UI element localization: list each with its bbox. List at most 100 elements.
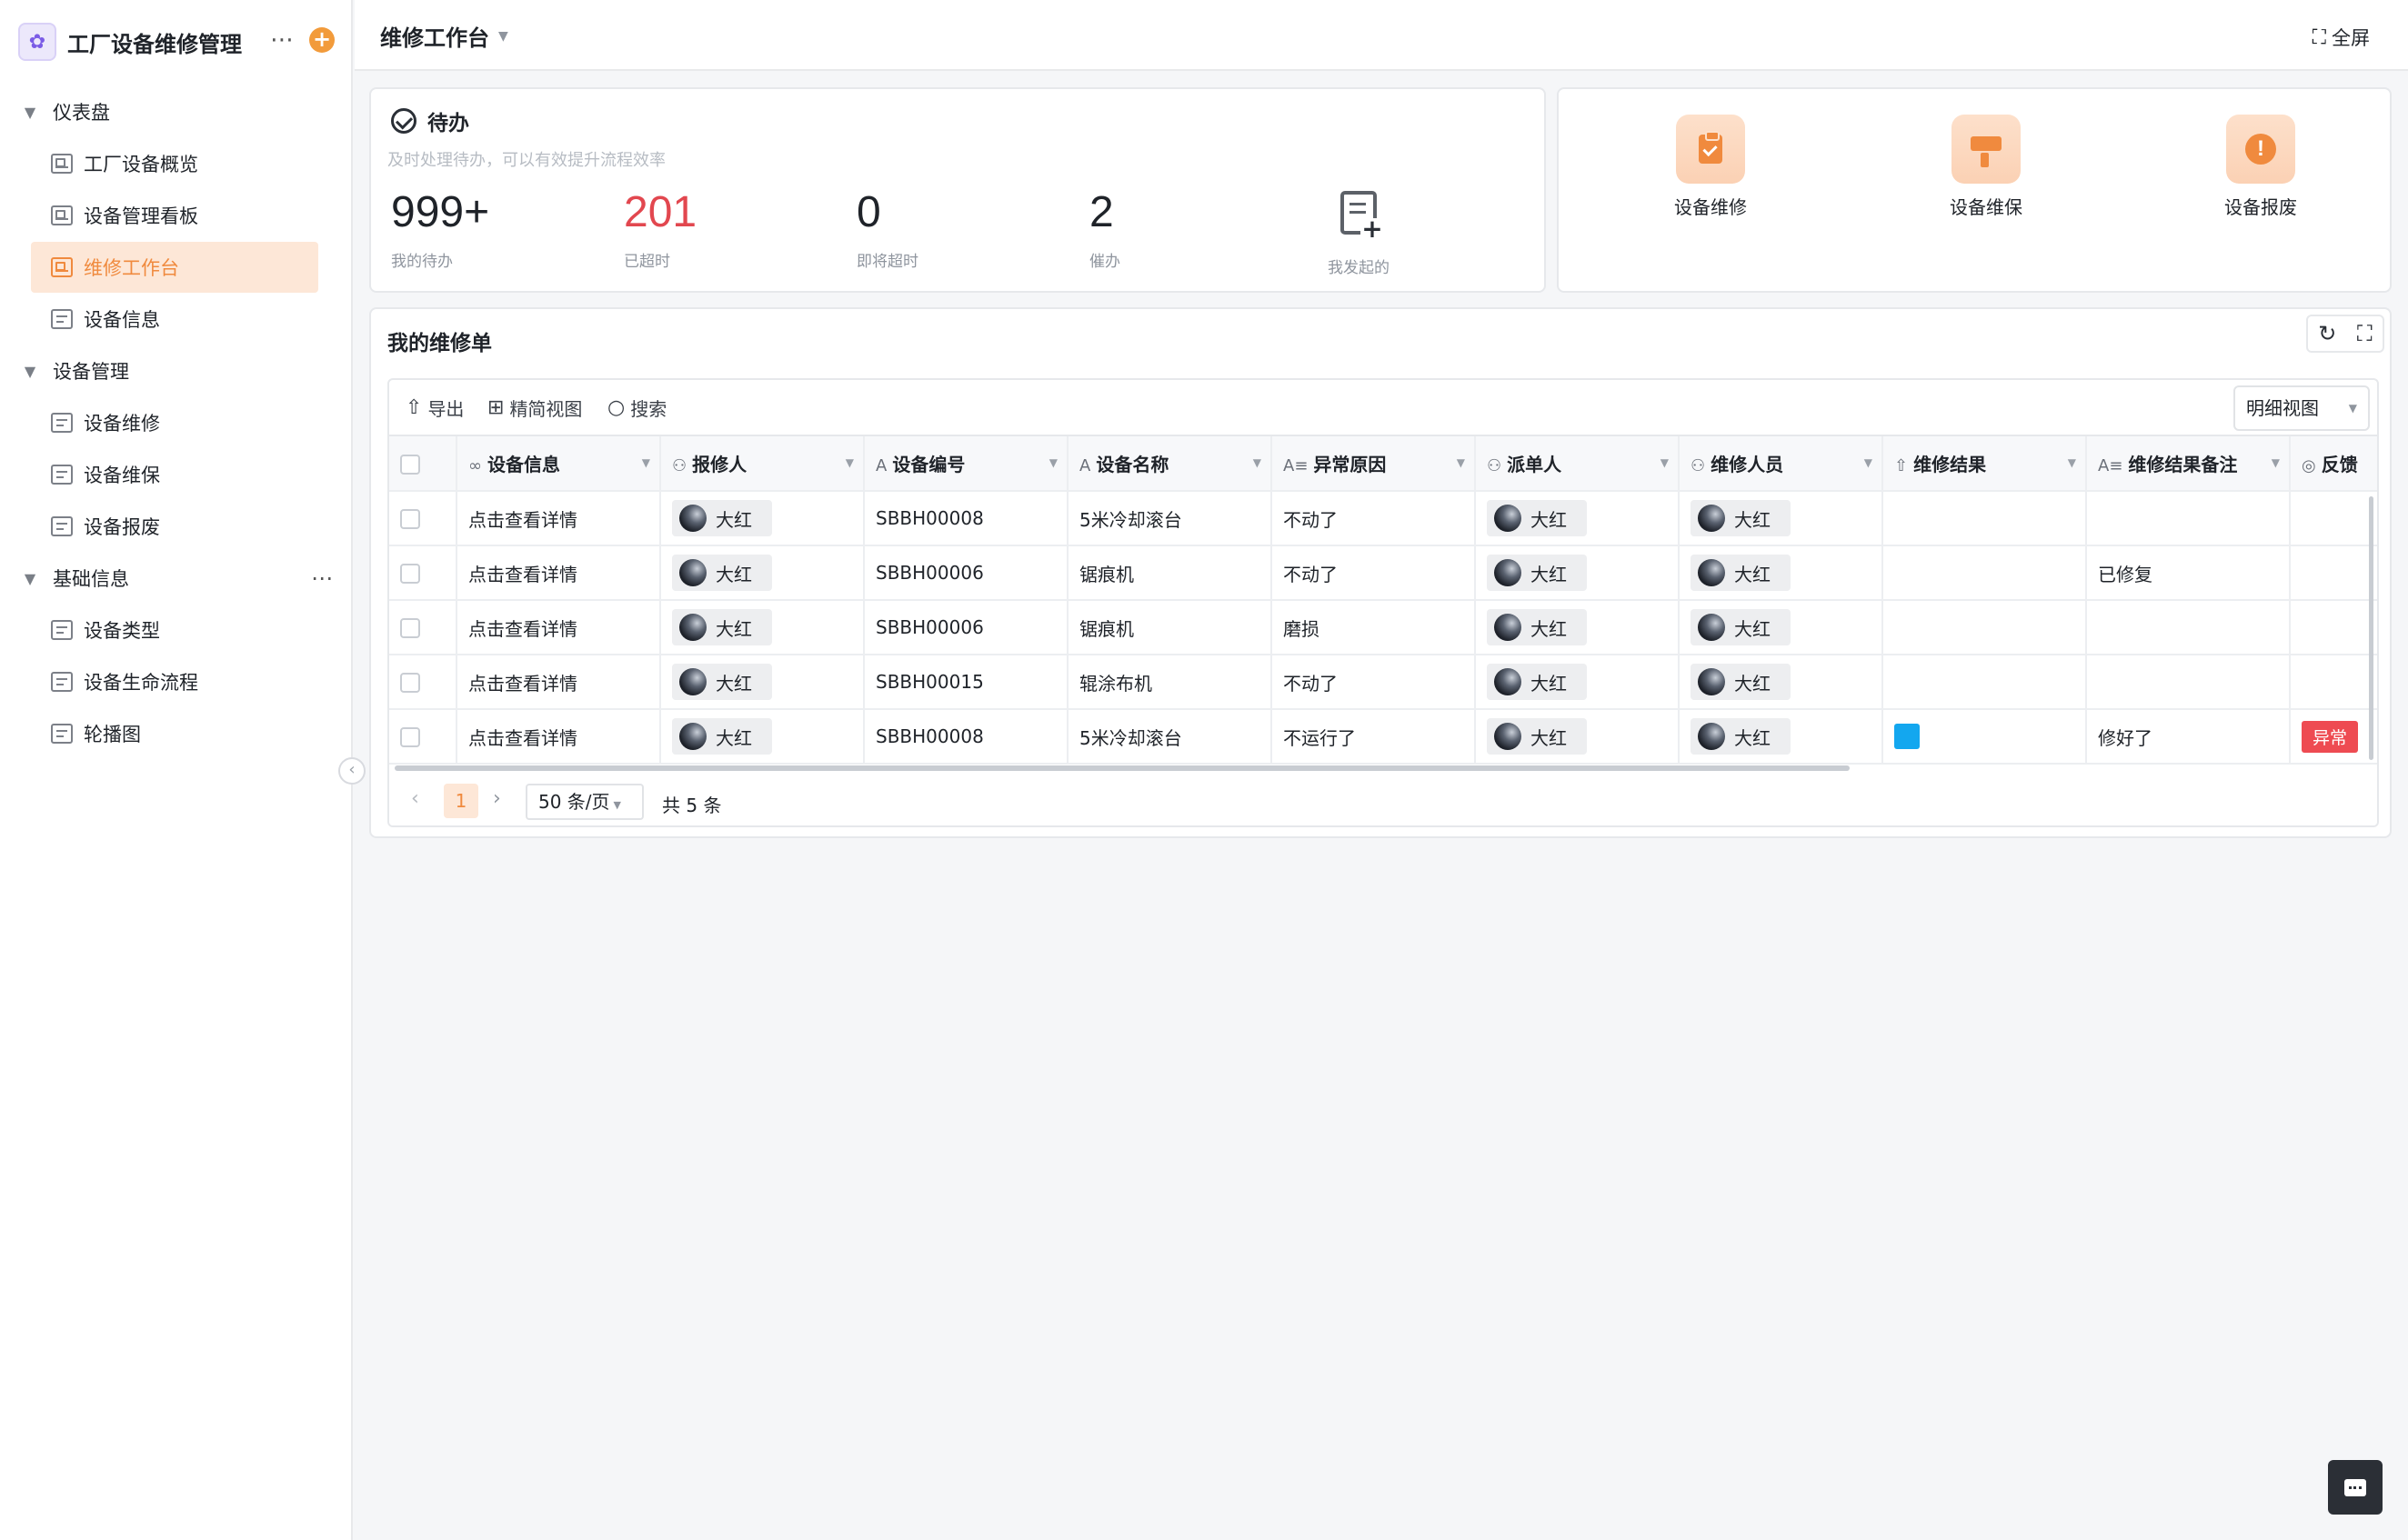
table-row[interactable]: 点击查看详情 大红 SBBH00008 5米冷却滚台 不动了 大红 大红 bbox=[389, 491, 2377, 546]
page-title[interactable]: 维修工作台 ▼ bbox=[380, 20, 508, 52]
table-cell[interactable]: 点击查看详情 bbox=[457, 545, 661, 601]
column-header[interactable]: A≡ 维修结果备注 ▼ bbox=[2086, 436, 2291, 492]
table-row[interactable]: 点击查看详情 大红 SBBH00008 5米冷却滚台 不运行了 大红 大红 修好了 异常 bbox=[389, 709, 2377, 765]
fullscreen-button[interactable]: ⛶ 全屏 bbox=[2313, 24, 2370, 51]
column-label: 设备信息 bbox=[487, 454, 560, 475]
stat-urged[interactable]: 2 催办 bbox=[1089, 187, 1120, 271]
add-icon[interactable]: + bbox=[309, 27, 335, 53]
table-cell[interactable]: 点击查看详情 bbox=[457, 600, 661, 655]
user-tag[interactable]: 大红 bbox=[672, 664, 772, 700]
table-cell[interactable]: 点击查看详情 bbox=[457, 491, 661, 546]
column-header[interactable]: ◎ 反馈 bbox=[2290, 436, 2377, 492]
user-tag[interactable]: 大红 bbox=[1487, 664, 1587, 700]
vertical-scrollbar[interactable] bbox=[2369, 496, 2373, 760]
chevron-down-icon[interactable]: ▼ bbox=[2068, 456, 2076, 469]
user-tag[interactable]: 大红 bbox=[1691, 500, 1791, 536]
column-header[interactable]: ∞ 设备信息 ▼ bbox=[457, 436, 661, 492]
column-header[interactable]: A 设备名称 ▼ bbox=[1068, 436, 1272, 492]
expand-icon[interactable]: ⛶ bbox=[2357, 321, 2373, 346]
table-row[interactable]: 点击查看详情 大红 SBBH00006 锯痕机 磨损 大红 大红 bbox=[389, 600, 2377, 655]
chevron-down-icon[interactable]: ▼ bbox=[1049, 456, 1058, 469]
quick-action-repair[interactable]: 设备维修 bbox=[1642, 115, 1779, 219]
nav-group-equipment-management[interactable]: ▼ 设备管理 bbox=[18, 351, 336, 391]
nav-group-dashboard[interactable]: ▼ 仪表盘 bbox=[18, 92, 336, 132]
result-attachment-thumbnail[interactable] bbox=[1894, 724, 1920, 749]
user-tag[interactable]: 大红 bbox=[1691, 718, 1791, 755]
user-tag[interactable]: 大红 bbox=[1487, 718, 1587, 755]
stat-overdue[interactable]: 201 已超时 bbox=[624, 187, 697, 271]
sidebar-item-equipment-scrap[interactable]: 设备报废 bbox=[31, 501, 318, 552]
more-icon[interactable]: ⋯ bbox=[311, 565, 333, 591]
row-checkbox[interactable] bbox=[400, 727, 420, 748]
quick-action-scrap[interactable]: ! 设备报废 bbox=[2192, 115, 2329, 219]
column-header[interactable]: ⚇ 派单人 ▼ bbox=[1475, 436, 1680, 492]
select-all-checkbox[interactable] bbox=[400, 454, 420, 475]
sidebar-item-equipment-type[interactable]: 设备类型 bbox=[31, 605, 318, 655]
stat-my-todo[interactable]: 999+ 我的待办 bbox=[391, 187, 489, 271]
table-cell[interactable]: 点击查看详情 bbox=[457, 655, 661, 710]
row-checkbox[interactable] bbox=[400, 618, 420, 639]
user-tag[interactable]: 大红 bbox=[672, 555, 772, 591]
user-tag[interactable]: 大红 bbox=[672, 609, 772, 645]
chevron-down-icon[interactable]: ▼ bbox=[1253, 456, 1261, 469]
export-button[interactable]: ⇧ 导出 bbox=[406, 395, 464, 421]
quick-action-maintenance[interactable]: 设备维保 bbox=[1918, 115, 2054, 219]
column-header[interactable]: ⚇ 维修人员 ▼ bbox=[1679, 436, 1883, 492]
table-cell[interactable]: 点击查看详情 bbox=[457, 709, 661, 765]
warning-icon: ! bbox=[2226, 115, 2295, 184]
chevron-down-icon[interactable]: ▼ bbox=[1457, 456, 1465, 469]
sidebar-item-carousel[interactable]: 轮播图 bbox=[31, 708, 318, 759]
collapse-sidebar-button[interactable]: ‹ bbox=[338, 757, 366, 785]
user-tag[interactable]: 大红 bbox=[672, 718, 772, 755]
page-size-select[interactable]: 50 条/页 ▼ bbox=[526, 784, 644, 820]
row-checkbox[interactable] bbox=[400, 564, 420, 585]
column-label: 异常原因 bbox=[1313, 454, 1387, 475]
chevron-down-icon[interactable]: ▼ bbox=[642, 456, 650, 469]
sidebar-item-equipment-repair[interactable]: 设备维修 bbox=[31, 397, 318, 448]
search-button[interactable]: ○ 搜索 bbox=[607, 395, 667, 421]
horizontal-scrollbar[interactable] bbox=[395, 765, 1850, 771]
chevron-left-icon[interactable]: ‹ bbox=[411, 787, 419, 810]
column-header[interactable]: A≡ 异常原因 ▼ bbox=[1271, 436, 1476, 492]
sidebar-item-label: 工厂设备概览 bbox=[84, 154, 198, 175]
column-header[interactable]: A 设备编号 ▼ bbox=[864, 436, 1069, 492]
chevron-down-icon[interactable]: ▼ bbox=[1864, 456, 1872, 469]
table-row[interactable]: 点击查看详情 大红 SBBH00015 辊涂布机 不动了 大红 大红 bbox=[389, 655, 2377, 710]
chevron-down-icon[interactable]: ▼ bbox=[2272, 456, 2280, 469]
table-row[interactable]: 点击查看详情 大红 SBBH00006 锯痕机 不动了 大红 大红 已修复 bbox=[389, 545, 2377, 601]
refresh-icon[interactable]: ↻ bbox=[2318, 321, 2336, 346]
page-number-button[interactable]: 1 bbox=[444, 784, 478, 818]
chevron-down-icon[interactable]: ▼ bbox=[1661, 456, 1669, 469]
row-checkbox[interactable] bbox=[400, 509, 420, 530]
table-cell: 大红 bbox=[660, 600, 865, 655]
stat-due-soon[interactable]: 0 即将超时 bbox=[857, 187, 918, 271]
sidebar-item-label: 维修工作台 bbox=[84, 257, 179, 279]
sidebar-item-equipment-info[interactable]: 设备信息 bbox=[31, 294, 318, 345]
stat-started-by-me[interactable]: + 我发起的 bbox=[1322, 191, 1395, 277]
user-tag[interactable]: 大红 bbox=[1691, 609, 1791, 645]
user-tag[interactable]: 大红 bbox=[1691, 555, 1791, 591]
sidebar-item-lifecycle[interactable]: 设备生命流程 bbox=[31, 656, 318, 707]
view-select[interactable]: 明细视图 ▼ bbox=[2233, 385, 2370, 431]
nav-group-basic-info[interactable]: ▼ 基础信息 ⋯ bbox=[18, 558, 336, 598]
user-tag[interactable]: 大红 bbox=[1691, 664, 1791, 700]
table-cell: SBBH00006 bbox=[864, 545, 1069, 601]
chevron-right-icon[interactable]: › bbox=[493, 787, 501, 810]
user-tag[interactable]: 大红 bbox=[1487, 609, 1587, 645]
column-header[interactable]: ⇧ 维修结果 ▼ bbox=[1882, 436, 2087, 492]
sidebar-item-equipment-board[interactable]: 设备管理看板 bbox=[31, 190, 318, 241]
stat-value: 999+ bbox=[391, 188, 490, 236]
chevron-down-icon[interactable]: ▼ bbox=[846, 456, 854, 469]
more-icon[interactable]: ⋯ bbox=[268, 24, 296, 60]
user-tag[interactable]: 大红 bbox=[1487, 500, 1587, 536]
user-tag[interactable]: 大红 bbox=[1487, 555, 1587, 591]
user-tag[interactable]: 大红 bbox=[672, 500, 772, 536]
table-cell: 大红 bbox=[1679, 491, 1883, 546]
sidebar-item-equipment-maintenance[interactable]: 设备维保 bbox=[31, 449, 318, 500]
row-checkbox[interactable] bbox=[400, 673, 420, 694]
chat-button[interactable] bbox=[2328, 1460, 2383, 1515]
sidebar-item-repair-workbench[interactable]: 维修工作台 bbox=[31, 242, 318, 293]
column-header[interactable]: ⚇ 报修人 ▼ bbox=[660, 436, 865, 492]
sidebar-item-factory-overview[interactable]: 工厂设备概览 bbox=[31, 138, 318, 189]
simple-view-button[interactable]: ⊞ 精简视图 bbox=[487, 395, 582, 421]
